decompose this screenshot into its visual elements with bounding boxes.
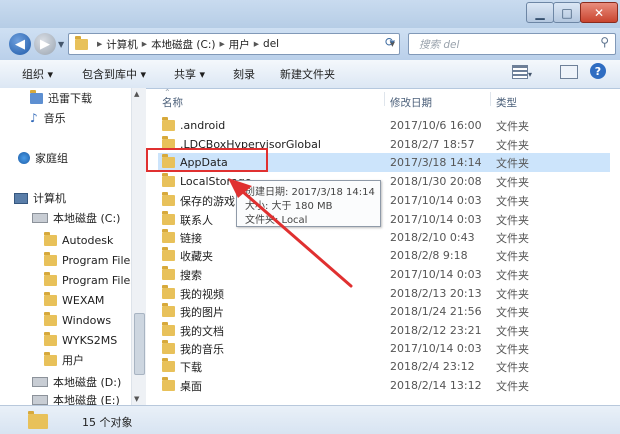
status-bar: 15 个对象 <box>0 405 620 434</box>
item-count: 15 个对象 <box>82 416 133 429</box>
annotation-arrow <box>228 178 353 288</box>
arrow-shaft <box>233 183 353 288</box>
folder-icon <box>28 411 48 429</box>
